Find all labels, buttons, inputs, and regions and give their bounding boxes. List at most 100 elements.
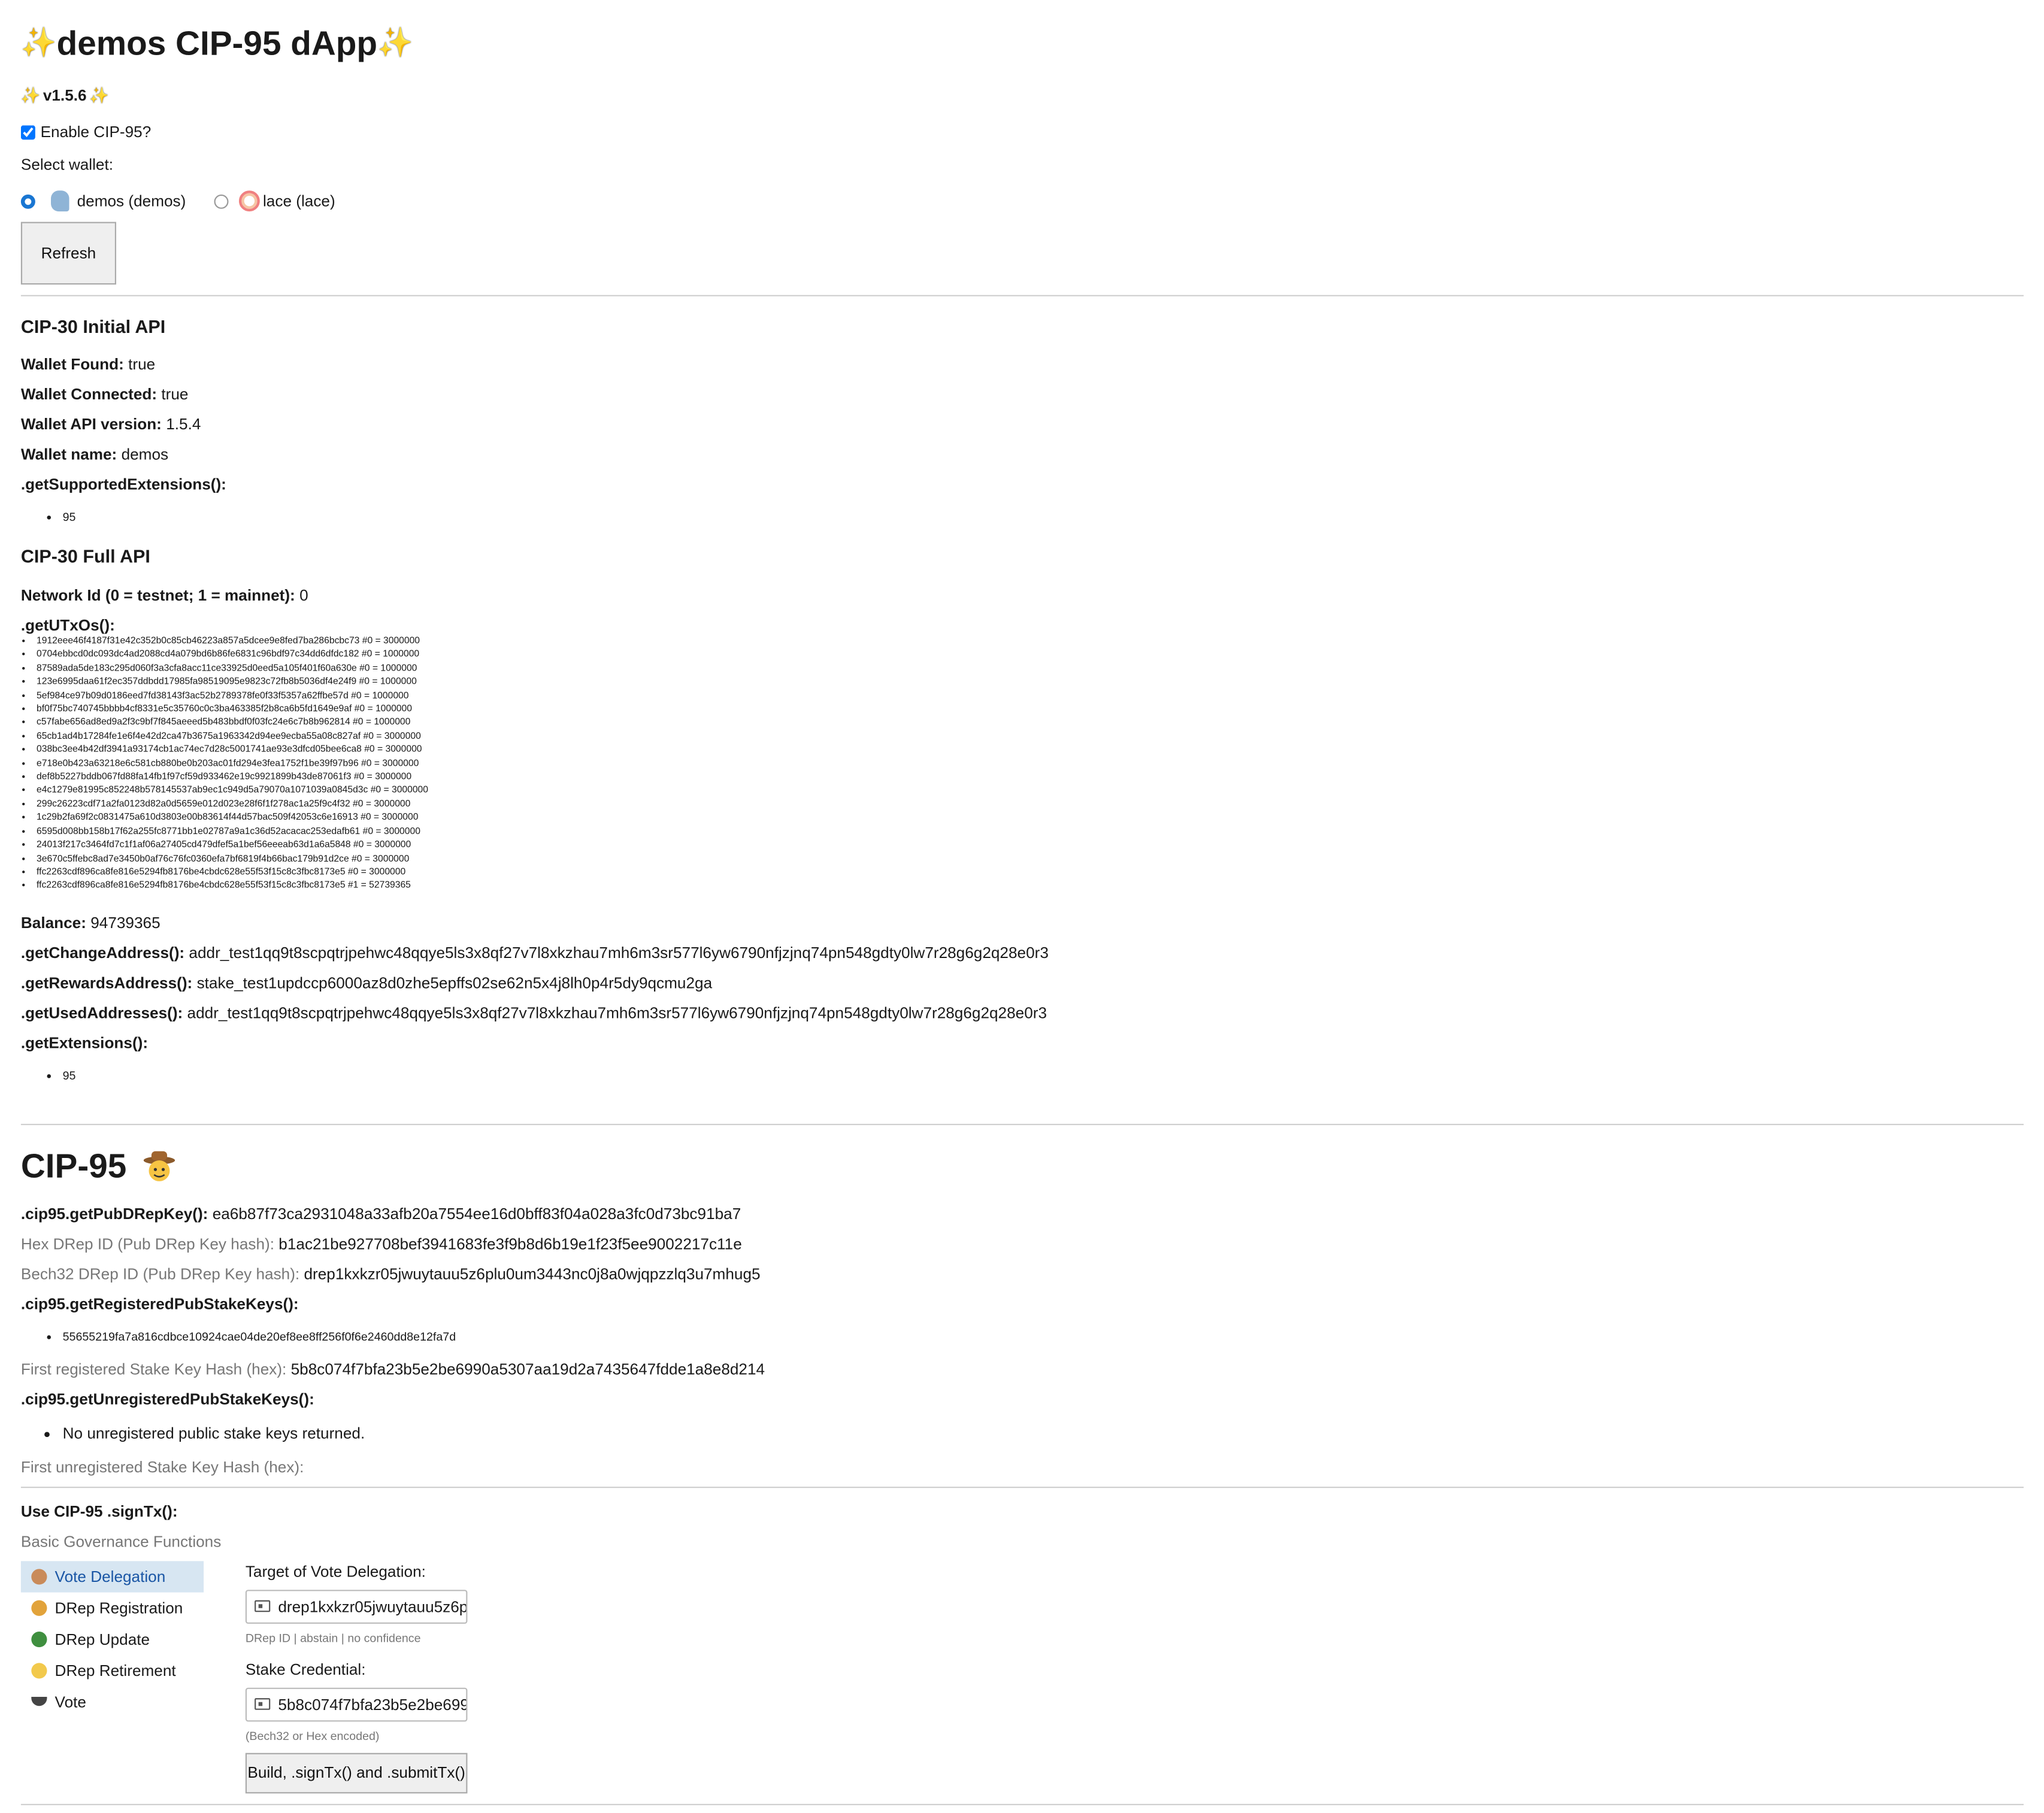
id-card-icon [255, 1600, 271, 1612]
target-input-value: drep1kxkzr05jwuytauu5z6plu0um3443nc0j8a0… [278, 1597, 468, 1616]
wallet-name-value: demos [121, 445, 169, 463]
ballot-icon [31, 1697, 47, 1706]
stake-hint: (Bech32 or Hex encoded) [245, 1729, 380, 1742]
first-reg-label: First registered Stake Key Hash (hex): [20, 1359, 287, 1378]
supported-ext-row: .getSupportedExtensions(): [21, 475, 2024, 494]
change-address-label: .getChangeAddress(): [20, 943, 185, 962]
utxos-label: .getUTxOs(): [20, 616, 115, 635]
wallet-selector: demos (demos) lace (lace) [20, 190, 2024, 212]
sparkle-icon: ✨ [377, 26, 413, 59]
divider [20, 1486, 2024, 1488]
wallet-connected-value: true [161, 385, 189, 404]
divider [20, 1803, 2024, 1805]
menu-item-label: Vote Delegation [54, 1567, 166, 1586]
menu-item-label: Vote [54, 1692, 86, 1711]
utxo-item: 5ef984ce97b09d0186eed7fd38143f3ac52b2789… [37, 689, 2024, 702]
used-addresses-label: .getUsedAddresses(): [20, 1003, 183, 1022]
utxo-item: c57fabe656ad8ed9a2f3c9bf7f845aeeed5b483b… [37, 716, 2024, 730]
governance-menu: Vote Delegation DRep Registration DRep U… [20, 1560, 204, 1793]
utxo-item: 3e670c5ffebc8ad7e3450b0af76c76fc0360efa7… [37, 851, 2024, 865]
bech-drep-value: drep1kxkzr05jwuytauu5z6plu0um3443nc0j8a0… [304, 1264, 761, 1283]
enable-cip95-checkbox[interactable] [20, 125, 35, 140]
cowboy-face-icon [143, 1151, 175, 1182]
utxo-item: 1912eee46f4187f31e42c352b0c85cb46223a857… [37, 634, 2024, 648]
version-label: ✨ v1.5.6 ✨ [21, 86, 2024, 105]
cip95-heading-text: CIP-95 [20, 1145, 127, 1185]
stake-input[interactable]: 5b8c074f7bfa23b5e2be6990a5307aa19d2a7435… [245, 1687, 468, 1721]
first-reg-value: 5b8c074f7bfa23b5e2be6990a5307aa19d2a7435… [290, 1359, 765, 1378]
change-address-row: .getChangeAddress(): addr_test1qq9t8scpq… [21, 944, 2024, 962]
balance-row: Balance: 94739365 [21, 913, 2024, 932]
select-wallet-label: Select wallet: [20, 155, 114, 174]
change-address-value: addr_test1qq9t8scpqtrjpehwc48qqye5ls3x8q… [189, 943, 1049, 962]
signtx-subheading: Basic Governance Functions [20, 1532, 222, 1551]
api-version-label: Wallet API version: [20, 415, 162, 433]
list-item: 95 [63, 1069, 2024, 1083]
hex-drep-value: b1ac21be927708bef3941683fe3f9b8d6b19e1f2… [278, 1234, 742, 1253]
api-version-row: Wallet API version: 1.5.4 [21, 415, 2024, 433]
demos-wallet-icon [51, 190, 69, 212]
build-sign-submit-button[interactable]: Build, .signTx() and .submitTx() [245, 1753, 468, 1793]
menu-item-drep-retirement[interactable]: DRep Retirement [21, 1655, 204, 1686]
menu-item-vote-delegation[interactable]: Vote Delegation [20, 1560, 204, 1592]
wallet-label-demos: demos (demos) [77, 192, 186, 210]
registered-keys-list: 55655219fa7a816cdbce10924cae04de20ef8ee8… [21, 1330, 2024, 1344]
target-input[interactable]: drep1kxkzr05jwuytauu5z6plu0um3443nc0j8a0… [245, 1589, 468, 1624]
lace-wallet-icon [239, 190, 261, 212]
utxo-item: 87589ada5de183c295d060f3a3cfa8acc11ce339… [37, 662, 2024, 675]
wallet-connected-label: Wallet Connected: [20, 385, 158, 404]
rewards-address-row: .getRewardsAddress(): stake_test1updccp6… [21, 974, 2024, 992]
pub-drep-label: .cip95.getPubDRepKey(): [20, 1204, 208, 1223]
utxo-item: 1c29b2fa69f2c0831475a610d3803e00b83614f4… [37, 811, 2024, 824]
cip95-heading: CIP-95 [21, 1145, 2024, 1186]
governance-panel: Vote Delegation DRep Registration DRep U… [20, 1560, 2024, 1793]
supported-ext-label: .getSupportedExtensions(): [20, 475, 226, 494]
utxo-item: 123e6995daa61f2ec357ddbdd17985fa98519095… [37, 675, 2024, 689]
utxo-item: bf0f75bc740745bbbb4cf8331e5c35760c0c3ba4… [37, 702, 2024, 716]
pub-drep-value: ea6b87f73ca2931048a33afb20a7554ee16d0bff… [212, 1204, 741, 1223]
network-id-row: Network Id (0 = testnet; 1 = mainnet): 0 [21, 586, 2024, 605]
utxo-item: 65cb1ad4b17284fe1e6f4e42d2ca47b3675a1963… [37, 729, 2024, 743]
menu-item-drep-update[interactable]: DRep Update [21, 1623, 204, 1654]
utxo-item: e4c1279e81995c852248b578145537ab9ec1c949… [37, 784, 2024, 798]
balance-label: Balance: [20, 913, 86, 932]
utxos-row: .getUTxOs(): [21, 616, 2024, 635]
utxo-item: e718e0b423a63218e6c581cb880be0b203ac01fd… [37, 757, 2024, 771]
list-item: 55655219fa7a816cdbce10924cae04de20ef8ee8… [63, 1330, 2024, 1344]
utxo-item: 038bc3ee4b42df3941a93174cb1ac74ec7d28c50… [37, 743, 2024, 757]
person-icon [31, 1568, 47, 1584]
wallet-radio-demos[interactable] [20, 193, 35, 208]
extensions-row: .getExtensions(): [21, 1033, 2024, 1052]
balance-value: 94739365 [90, 913, 161, 932]
network-id-value: 0 [299, 586, 308, 605]
registered-keys-row: .cip95.getRegisteredPubStakeKeys(): [21, 1294, 2024, 1313]
bech-drep-row: Bech32 DRep ID (Pub DRep Key hash): drep… [21, 1265, 2024, 1283]
utxo-item: ffc2263cdf896ca8fe816e5294fb8176be4cbdc6… [37, 879, 2024, 893]
cip30-initial-heading: CIP-30 Initial API [20, 316, 166, 337]
wallet-name-row: Wallet name: demos [21, 445, 2024, 463]
wallet-name-label: Wallet name: [20, 445, 117, 463]
menu-item-label: DRep Update [54, 1630, 150, 1648]
wallet-found-label: Wallet Found: [20, 354, 124, 374]
unregistered-keys-row: .cip95.getUnregisteredPubStakeKeys(): [21, 1390, 2024, 1408]
wallet-radio-lace[interactable] [214, 193, 229, 208]
page: ✨ demos CIP-95 dApp ✨ ✨ v1.5.6 ✨ Enable … [0, 0, 2044, 1813]
divider [20, 295, 2024, 296]
used-addresses-value: addr_test1qq9t8scpqtrjpehwc48qqye5ls3x8q… [187, 1003, 1047, 1022]
refresh-button[interactable]: Refresh [20, 222, 117, 285]
stake-input-value: 5b8c074f7bfa23b5e2be6990a5307aa19d2a7435… [278, 1695, 466, 1714]
sparkle-icon: ✨ [20, 26, 57, 59]
list-item: No unregistered public stake keys return… [63, 1424, 2024, 1442]
used-addresses-row: .getUsedAddresses(): addr_test1qq9t8scpq… [21, 1003, 2024, 1022]
menu-item-vote[interactable]: Vote [21, 1686, 204, 1717]
menu-item-drep-registration[interactable]: DRep Registration [21, 1592, 204, 1623]
first-reg-row: First registered Stake Key Hash (hex): 5… [21, 1360, 2024, 1378]
wallet-connected-row: Wallet Connected: true [21, 385, 2024, 404]
signtx-heading: Use CIP-95 .signTx(): [21, 1502, 2024, 1521]
vote-delegation-form: Target of Vote Delegation: drep1kxkzr05j… [245, 1561, 468, 1793]
registered-keys-label: .cip95.getRegisteredPubStakeKeys(): [20, 1294, 299, 1313]
cip30-full-heading: CIP-30 Full API [20, 545, 150, 567]
enable-cip95-row: Enable CIP-95? [20, 123, 2024, 141]
utxo-item: ffc2263cdf896ca8fe816e5294fb8176be4cbdc6… [37, 865, 2024, 879]
target-label: Target of Vote Delegation: [245, 1562, 426, 1581]
